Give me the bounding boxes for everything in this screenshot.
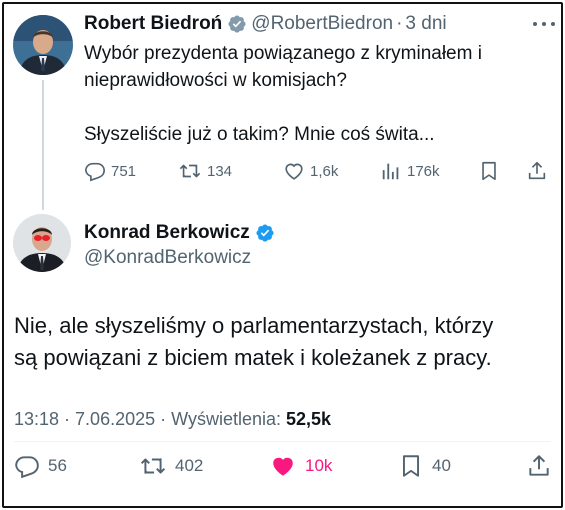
main-tweet-actions: 56 402 10k 40 [14, 451, 554, 481]
bookmark-button[interactable]: 40 [398, 451, 451, 481]
bookmark-count: 40 [432, 456, 451, 475]
parent-views-button[interactable]: 176k [380, 157, 440, 185]
parent-tweet-actions: 751 134 1,6k 176k [84, 157, 554, 185]
parent-author-name[interactable]: Robert Biedroń [84, 13, 222, 35]
parent-views-count: 176k [407, 162, 440, 180]
like-icon [269, 453, 297, 479]
bookmark-icon [398, 453, 424, 479]
parent-tweet-text: Wybór prezydenta powiązanego z kryminałe… [84, 40, 554, 148]
parent-reply-button[interactable]: 751 [84, 157, 136, 185]
tweet-meta: 13:18 · 7.06.2025 · Wyświetlenia: 52,5k [14, 409, 331, 430]
divider [14, 441, 551, 442]
avatar-konrad-berkowicz[interactable] [13, 214, 71, 272]
reply-icon [14, 453, 40, 479]
tweet-views-count: 52,5k [286, 409, 332, 429]
thread-line [42, 80, 44, 210]
parent-like-count: 1,6k [310, 162, 339, 180]
main-author-handle[interactable]: @KonradBerkowicz [84, 247, 251, 269]
parent-tweet-header: Robert Biedroń @RobertBiedron · 3 dni [84, 11, 447, 37]
reply-count: 56 [48, 456, 67, 475]
verified-badge-icon [227, 14, 247, 34]
more-icon[interactable] [533, 14, 555, 34]
reply-icon [84, 160, 106, 182]
like-count: 10k [305, 456, 333, 475]
main-author-name[interactable]: Konrad Berkowicz [84, 222, 250, 244]
parent-bookmark-button[interactable] [478, 157, 500, 185]
main-text-line: Nie, ale słyszeliśmy o parlamentarzystac… [14, 313, 494, 338]
main-tweet-header: Konrad Berkowicz [84, 220, 275, 246]
share-button[interactable] [526, 451, 552, 481]
parent-reply-count: 751 [111, 162, 137, 180]
parent-author-handle[interactable]: @RobertBiedron [251, 13, 393, 35]
main-text-line: są powiązani z biciem matek i koleżanek … [14, 345, 492, 370]
like-button[interactable]: 10k [269, 451, 332, 481]
retweet-button[interactable]: 402 [139, 451, 203, 481]
verified-badge-icon [255, 223, 275, 243]
parent-tweet-time[interactable]: 3 dni [405, 13, 446, 35]
parent-text-line: nieprawidłowości w komisjach? [84, 70, 347, 91]
share-icon [526, 453, 552, 479]
parent-retweet-button[interactable]: 134 [178, 157, 232, 185]
retweet-count: 402 [175, 456, 204, 475]
parent-like-button[interactable]: 1,6k [283, 157, 338, 185]
parent-text-line: Wybór prezydenta powiązanego z kryminałe… [84, 43, 482, 64]
retweet-icon [139, 453, 167, 479]
parent-text-line: Słyszeliście już o takim? Mnie coś świta… [84, 124, 435, 145]
parent-share-button[interactable] [526, 157, 548, 185]
parent-retweet-count: 134 [207, 162, 233, 180]
main-tweet-text: Nie, ale słyszeliśmy o parlamentarzystac… [14, 310, 554, 374]
separator-dot: · [396, 13, 403, 34]
avatar-robert-biedron[interactable] [13, 15, 73, 75]
parent-text-blank-line [84, 94, 554, 121]
views-icon [380, 160, 402, 182]
reply-button[interactable]: 56 [14, 451, 67, 481]
retweet-icon [178, 160, 202, 182]
like-icon [283, 160, 305, 182]
bookmark-icon [478, 160, 500, 182]
tweet-timestamp[interactable]: 13:18 · 7.06.2025 · Wyświetlenia: [14, 409, 281, 429]
share-icon [526, 160, 548, 182]
